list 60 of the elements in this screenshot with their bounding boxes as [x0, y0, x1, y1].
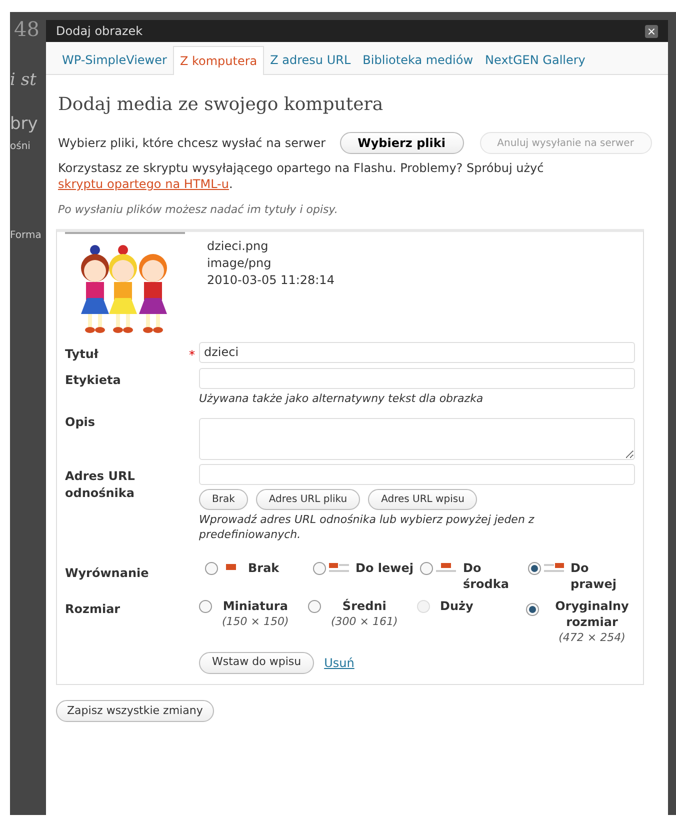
size-dimensions: (472 × 254) — [558, 630, 626, 646]
text-field[interactable]: dzieci — [199, 342, 635, 362]
file-date: 2010-03-05 11:28:14 — [207, 272, 334, 288]
alignment-icon — [328, 562, 350, 574]
radio-button[interactable] — [528, 562, 540, 574]
radio-button[interactable] — [205, 562, 218, 574]
insert-into-post-button[interactable]: Wstaw do wpisu — [199, 652, 314, 674]
url-button[interactable]: Brak — [199, 488, 248, 510]
background-text: i st — [10, 69, 36, 92]
tab[interactable]: Z komputera — [172, 46, 264, 75]
alignment-option-label[interactable]: Do prawej — [570, 560, 635, 592]
radio-button[interactable] — [420, 562, 433, 574]
url-button[interactable]: Adres URL pliku — [256, 488, 360, 510]
field-label: Opis — [65, 414, 96, 430]
window-title: Dodaj obrazek — [56, 23, 143, 40]
radio-button[interactable] — [199, 600, 212, 612]
field-label: Adres URL odnośnika — [65, 468, 136, 502]
delete-link[interactable]: Usuń — [324, 654, 354, 672]
field-label: Tytuł — [65, 346, 100, 363]
size-dimensions: (300 × 161) — [331, 614, 398, 630]
hint-text: Po wysłaniu plików możesz nadać im tytuły i opisy. — [58, 202, 339, 218]
flash-note: Korzystasz ze skryptu wysyłającego opartego na Flashu. Problemy? Spróbuj użyć skryptu opartego na HTML-u. — [58, 160, 545, 192]
page-heading: Dodaj media ze swojego komputera — [58, 93, 384, 117]
background-text: ośni — [10, 140, 30, 154]
radio-button[interactable] — [526, 602, 539, 616]
background-text: 48 — [14, 16, 40, 43]
size-option-label[interactable]: Średni — [342, 598, 386, 614]
url-button[interactable]: Adres URL wpisu — [368, 488, 478, 510]
upload-label: Wybierz pliki, które chcesz wysłać na serwer — [58, 135, 326, 152]
radio-button[interactable] — [308, 600, 321, 612]
alignment-icon — [542, 562, 564, 574]
choose-files-button[interactable]: Wybierz pliki — [340, 132, 464, 154]
required-mark: * — [189, 346, 195, 364]
close-button[interactable]: × — [645, 24, 658, 38]
alignment-option-label[interactable]: Do środka — [463, 560, 528, 592]
tab[interactable]: WP-SimpleViewer — [56, 46, 173, 74]
text-field[interactable] — [199, 464, 635, 484]
tab[interactable]: Biblioteka mediów — [356, 46, 480, 74]
field-label: Etykieta — [65, 372, 122, 389]
html-uploader-link[interactable]: skryptu opartego na HTML-u — [58, 177, 229, 191]
save-all-button[interactable]: Zapisz wszystkie zmiany — [56, 700, 214, 722]
radio-button[interactable] — [312, 562, 326, 574]
background-text: Forma — [10, 229, 42, 243]
help-text: Używana także jako alternatywny tekst dla obrazka — [199, 390, 484, 406]
background-text: bry — [10, 112, 38, 136]
tab[interactable]: Z adresu URL — [264, 46, 357, 74]
size-option-label[interactable]: Oryginalny rozmiar — [549, 598, 635, 630]
tab[interactable]: NextGEN Gallery — [479, 46, 592, 74]
alignment-option-label[interactable]: Do lewej — [356, 560, 414, 576]
alignment-icon — [435, 562, 457, 574]
field-label: Rozmiar — [65, 600, 122, 618]
size-option-label[interactable]: Miniatura — [222, 598, 288, 614]
file-type: image/png — [207, 254, 272, 272]
description-field[interactable] — [199, 418, 635, 460]
help-text: Wprowadź adres URL odnośnika lub wybierz powyżej jeden z predefiniowanych. — [199, 512, 536, 542]
alignment-option-label[interactable]: Brak — [248, 560, 280, 576]
file-name: dzieci.png — [207, 238, 270, 254]
size-dimensions: (150 × 150) — [222, 614, 289, 630]
field-label: Wyrównanie — [65, 564, 150, 582]
text-field[interactable] — [199, 368, 635, 388]
